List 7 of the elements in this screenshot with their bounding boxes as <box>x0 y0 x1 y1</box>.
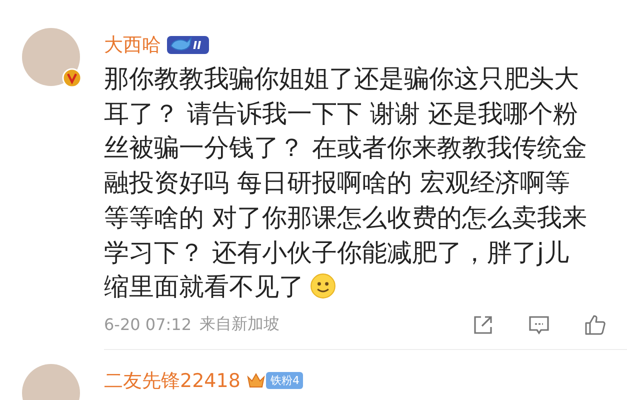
comment-time: 6-20 07:12 <box>104 315 192 334</box>
level-badge: II <box>167 36 210 54</box>
author-name[interactable]: 二友先锋22418 <box>104 368 240 394</box>
comment-text: 那你教教我骗你姐姐了还是骗你这只肥头大耳了？ 请告诉我一下下 谢谢 还是我哪个粉丝被骗一分钱了？ 在或者你来教教我传统金融投资好吗 每日研报啊啥的 宏观经济啊等等等啥的 对了你那课怎么收费的怎么卖我来学习下？ 还有小伙子你能减肥了，胖了j儿缩里面就看不见了 <box>104 63 588 304</box>
comment-location: 来自新加坡 <box>200 314 280 336</box>
author-name[interactable]: 大西哈 <box>104 32 161 58</box>
like-icon[interactable] <box>583 312 607 337</box>
